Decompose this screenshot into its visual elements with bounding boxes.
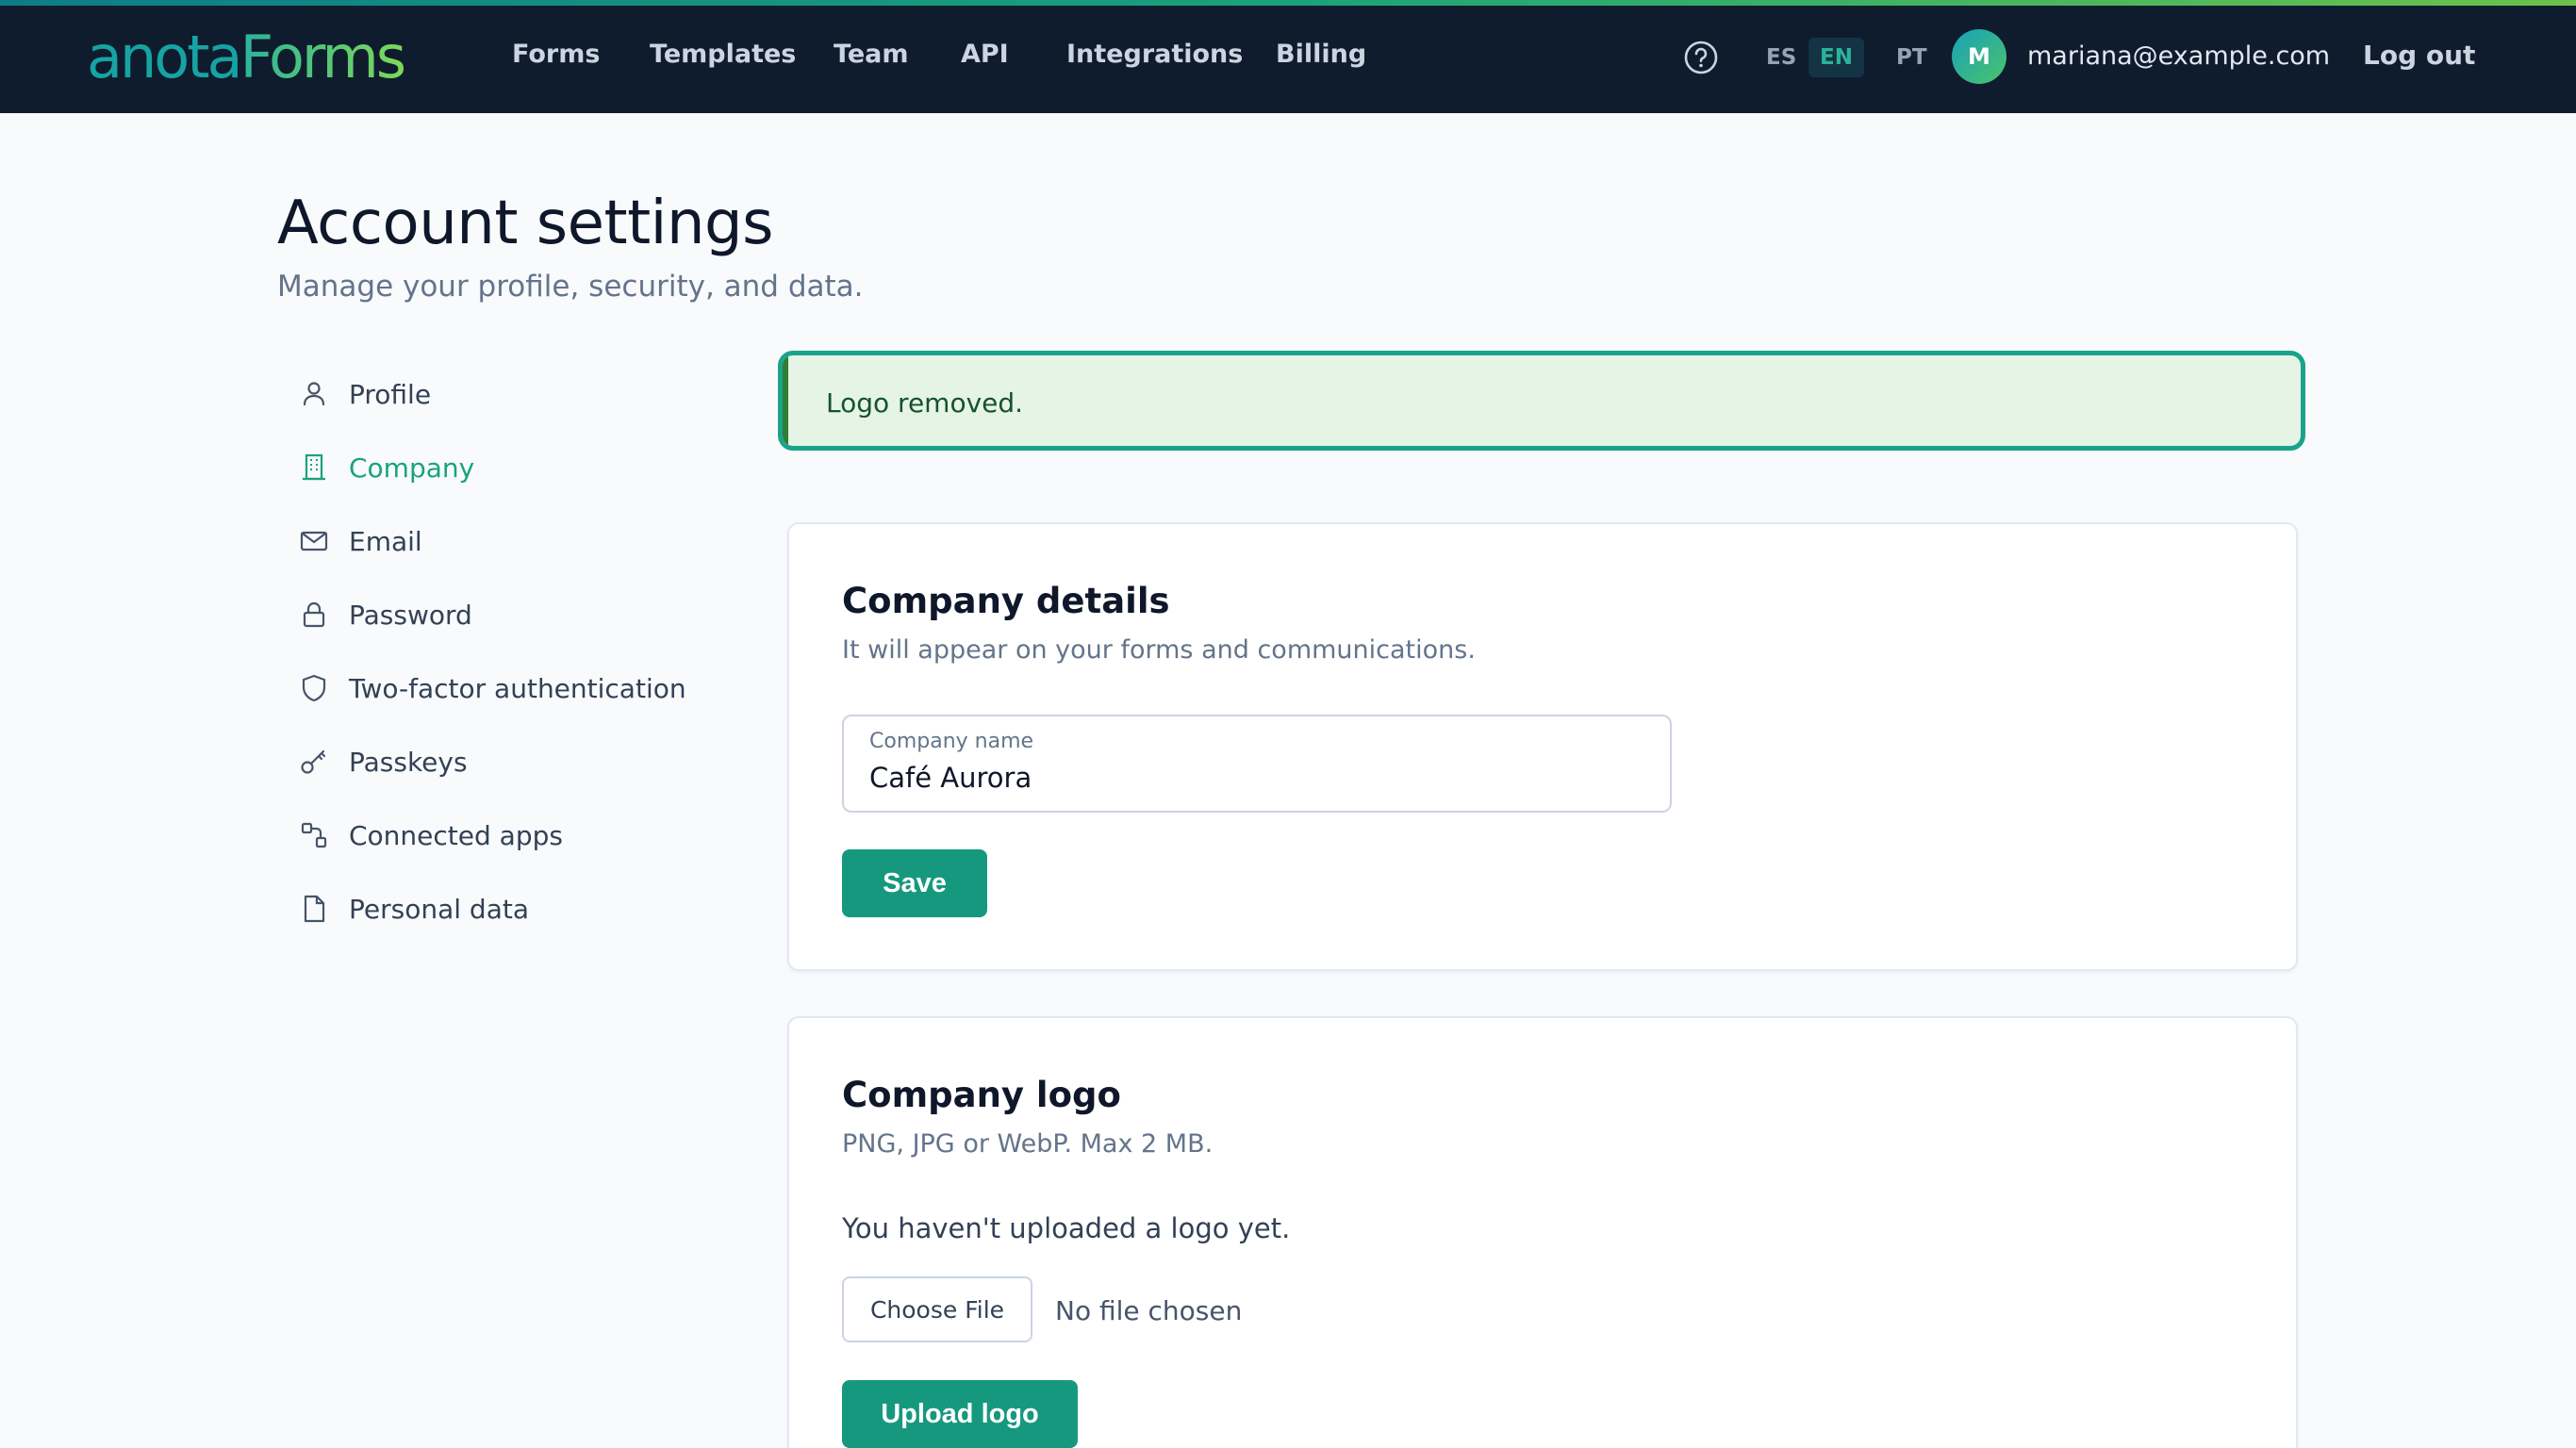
language-pt-button[interactable]: PT: [1885, 38, 1939, 77]
success-alert: Logo removed.: [778, 351, 2305, 451]
sidebar-item-label: Passkeys: [349, 746, 468, 778]
page-subtitle: Manage your profile, security, and data.: [277, 270, 864, 304]
help-icon[interactable]: [1683, 40, 1719, 75]
sidebar-item-email[interactable]: Email: [298, 522, 422, 560]
mail-icon: [300, 531, 328, 551]
card-title: Company logo: [842, 1075, 1121, 1115]
nav-item-integrations[interactable]: Integrations: [1066, 40, 1243, 69]
sidebar-item-passkeys[interactable]: Passkeys: [298, 743, 468, 781]
sidebar-item-personal-data[interactable]: Personal data: [298, 890, 529, 928]
company-logo-card: Company logo PNG, JPG or WebP. Max 2 MB.…: [787, 1016, 2298, 1448]
nav-item-api[interactable]: API: [961, 40, 1009, 69]
top-navigation-bar: anota Forms Forms Templates Team API Inte…: [0, 0, 2576, 113]
company-details-card: Company details It will appear on your f…: [787, 522, 2298, 971]
sidebar-item-company[interactable]: Company: [298, 449, 474, 486]
sidebar-item-label: Password: [349, 599, 472, 631]
card-description: PNG, JPG or WebP. Max 2 MB.: [842, 1129, 1214, 1159]
nav-item-forms[interactable]: Forms: [512, 40, 600, 69]
logout-button[interactable]: Log out: [2363, 40, 2475, 71]
sidebar-item-password[interactable]: Password: [298, 596, 472, 634]
sidebar-item-label: Connected apps: [349, 819, 563, 851]
sidebar-item-connected-apps[interactable]: Connected apps: [298, 816, 563, 854]
nav-item-team[interactable]: Team: [834, 40, 909, 69]
sidebar-item-label: Two-factor authentication: [349, 672, 686, 704]
apps-icon: [301, 822, 327, 848]
lock-icon: [303, 601, 325, 628]
sidebar-item-two-factor[interactable]: Two-factor authentication: [298, 669, 686, 707]
company-name-input[interactable]: [869, 762, 1643, 794]
card-title: Company details: [842, 581, 1170, 621]
logo-text-forms: Forms: [239, 22, 406, 91]
shield-icon: [302, 674, 326, 702]
language-es-button[interactable]: ES: [1755, 38, 1808, 77]
file-icon: [304, 895, 325, 923]
alert-message: Logo removed.: [826, 387, 1024, 419]
choose-file-button[interactable]: Choose File: [842, 1276, 1032, 1342]
app-logo[interactable]: anota Forms: [87, 21, 406, 92]
company-name-field[interactable]: Company name: [842, 715, 1672, 813]
key-icon: [301, 749, 326, 774]
sidebar-item-label: Email: [349, 525, 422, 557]
user-icon: [303, 382, 325, 406]
user-email[interactable]: mariana@example.com: [2027, 41, 2330, 71]
sidebar-item-label: Profile: [349, 378, 432, 410]
sidebar-item-label: Personal data: [349, 893, 529, 925]
sidebar-item-label: Company: [349, 452, 475, 484]
no-logo-message: You haven't uploaded a logo yet.: [842, 1212, 1291, 1244]
nav-item-templates[interactable]: Templates: [650, 40, 796, 69]
header-accent-stripe: [0, 0, 2576, 6]
card-description: It will appear on your forms and communi…: [842, 635, 1476, 665]
language-en-button[interactable]: EN: [1808, 38, 1864, 77]
sidebar-item-profile[interactable]: Profile: [298, 375, 431, 413]
upload-logo-button[interactable]: Upload logo: [842, 1380, 1078, 1448]
alert-accent-bar: [783, 355, 788, 446]
company-name-label: Company name: [869, 730, 1034, 753]
logo-text-anota: anota: [87, 22, 243, 91]
page-title: Account settings: [277, 189, 773, 258]
nav-item-billing[interactable]: Billing: [1276, 40, 1366, 69]
building-icon: [303, 453, 325, 481]
avatar[interactable]: M: [1952, 29, 2006, 84]
file-status-text: No file chosen: [1055, 1295, 1243, 1326]
save-button[interactable]: Save: [842, 849, 987, 917]
